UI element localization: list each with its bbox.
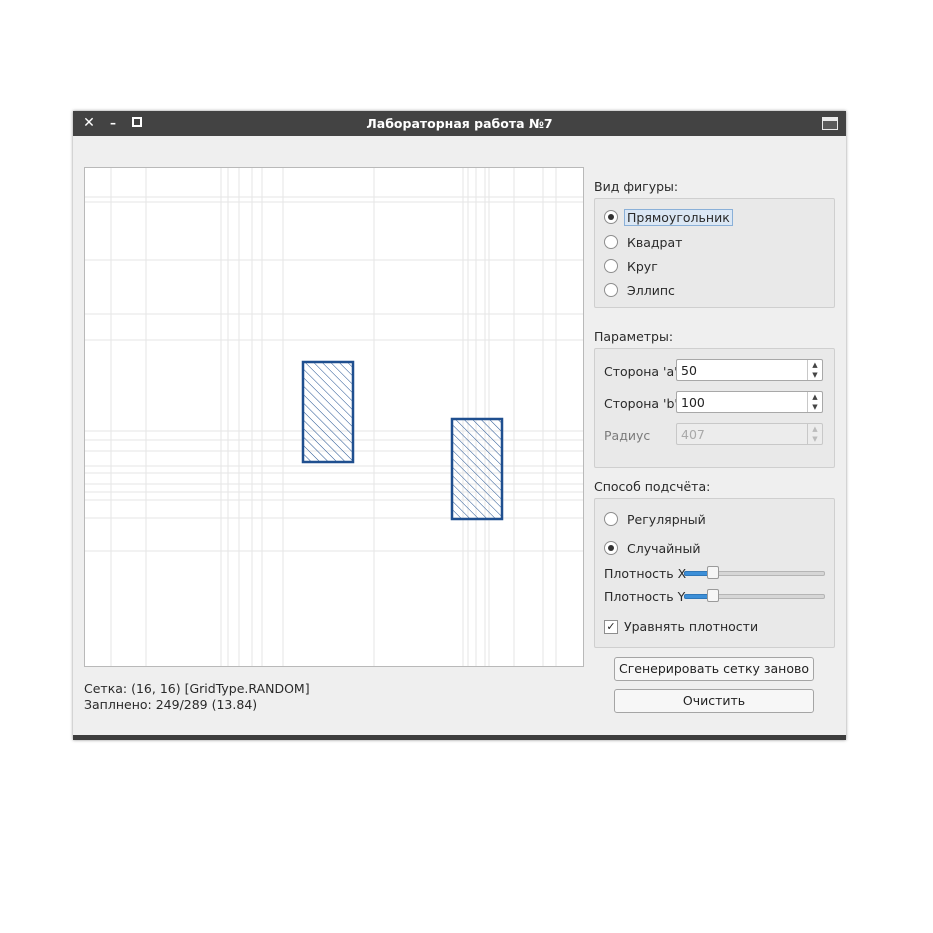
rectangle-figure-1	[301, 360, 355, 464]
main-window: ✕ – Лабораторная работа №7 Сетка: (16, 1…	[73, 111, 846, 740]
method-group-title: Способ подсчёта:	[594, 479, 711, 494]
shape-group-title: Вид фигуры:	[594, 179, 679, 194]
window-bottom-border	[73, 735, 846, 740]
radio-regular[interactable]: Регулярный	[604, 509, 709, 529]
drawing-canvas[interactable]	[84, 167, 584, 667]
radio-indicator[interactable]	[604, 210, 618, 224]
close-icon[interactable]: ✕	[79, 111, 99, 136]
window-title: Лабораторная работа №7	[366, 116, 553, 131]
side-a-input[interactable]	[677, 360, 809, 380]
density-x-label: Плотность X	[604, 566, 687, 581]
filled-status: Заплнено: 249/289 (13.84)	[84, 697, 258, 712]
density-x-slider[interactable]	[684, 566, 825, 580]
params-group: Сторона 'a' ▲▼ Сторона 'b' ▲▼ Радиус ▲▼	[594, 348, 835, 468]
density-y-label: Плотность Y	[604, 589, 686, 604]
regenerate-grid-button[interactable]: Сгенерировать сетку заново	[614, 657, 814, 681]
radio-label: Эллипс	[627, 282, 675, 298]
radio-indicator[interactable]	[604, 259, 618, 273]
radio-random[interactable]: Случайный	[604, 538, 703, 558]
radius-label: Радиус	[604, 428, 651, 443]
params-group-title: Параметры:	[594, 329, 674, 344]
side-b-label: Сторона 'b'	[604, 396, 678, 411]
radio-indicator[interactable]	[604, 512, 618, 526]
checkbox-label: Уравнять плотности	[624, 619, 759, 634]
title-bar[interactable]: ✕ – Лабораторная работа №7	[73, 111, 846, 136]
slider-handle[interactable]	[707, 566, 719, 579]
clear-button[interactable]: Очистить	[614, 689, 814, 713]
density-y-slider[interactable]	[684, 589, 825, 603]
minimize-icon[interactable]: –	[103, 111, 123, 136]
radio-indicator[interactable]	[604, 235, 618, 249]
radio-circle[interactable]: Круг	[604, 256, 661, 276]
spin-up-icon[interactable]: ▲	[808, 360, 822, 370]
radio-rectangle[interactable]: Прямоугольник	[604, 207, 733, 227]
method-group: Регулярный Случайный Плотность X Плотнос…	[594, 498, 835, 648]
side-a-spinbox[interactable]: ▲▼	[676, 359, 823, 381]
radio-label: Регулярный	[627, 511, 706, 527]
radius-spinbox: ▲▼	[676, 423, 823, 445]
maximize-icon[interactable]	[127, 111, 147, 136]
radio-indicator[interactable]	[604, 283, 618, 297]
side-b-input[interactable]	[677, 392, 809, 412]
spin-down-icon: ▼	[812, 435, 818, 443]
radio-label: Случайный	[627, 540, 701, 556]
spin-up-icon[interactable]: ▲	[808, 392, 822, 402]
shape-group: Прямоугольник Квадрат Круг Эллипс	[594, 198, 835, 308]
slider-handle[interactable]	[707, 589, 719, 602]
radio-square[interactable]: Квадрат	[604, 232, 685, 252]
radius-input	[677, 424, 809, 444]
side-b-spinbox[interactable]: ▲▼	[676, 391, 823, 413]
side-a-label: Сторона 'a'	[604, 364, 678, 379]
spin-up-icon: ▲	[812, 425, 818, 433]
radio-label: Прямоугольник	[624, 208, 733, 226]
grid-status: Сетка: (16, 16) [GridType.RANDOM]	[84, 681, 310, 696]
window-menu-icon[interactable]	[822, 117, 838, 130]
canvas-graphic	[85, 168, 583, 666]
radio-label: Круг	[627, 258, 658, 274]
radio-label: Квадрат	[627, 234, 683, 250]
spin-down-icon[interactable]: ▼	[808, 402, 822, 412]
spin-down-icon[interactable]: ▼	[808, 370, 822, 380]
rectangle-figure-2	[450, 417, 504, 521]
equalize-density-checkbox[interactable]: ✓ Уравнять плотности	[604, 619, 758, 634]
checkbox-indicator[interactable]: ✓	[604, 619, 618, 634]
radio-indicator[interactable]	[604, 541, 618, 555]
radio-ellipse[interactable]: Эллипс	[604, 280, 678, 300]
